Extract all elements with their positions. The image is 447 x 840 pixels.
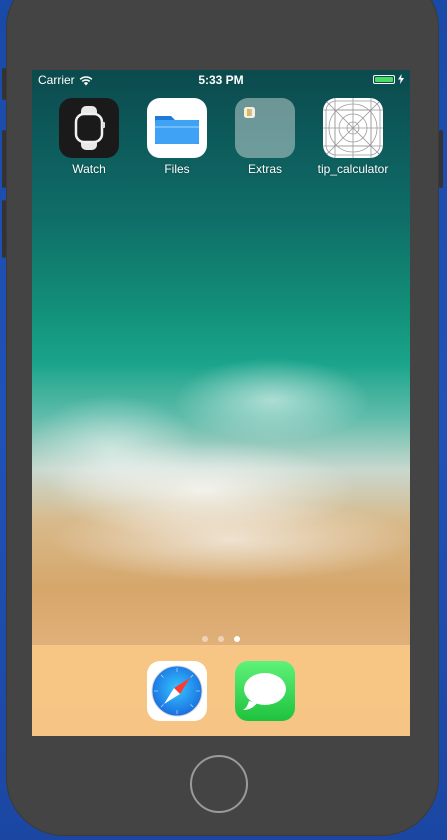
messages-icon bbox=[243, 673, 286, 710]
app-tip-calculator[interactable]: tip_calculator bbox=[312, 98, 394, 176]
battery-icon bbox=[373, 74, 395, 84]
status-bar: Carrier 5:33 PM bbox=[32, 70, 410, 90]
app-watch[interactable]: Watch bbox=[48, 98, 130, 176]
page-dot-2[interactable] bbox=[218, 636, 224, 642]
app-label: Extras bbox=[247, 162, 282, 176]
dock bbox=[32, 645, 410, 736]
app-label: tip_calculator bbox=[317, 162, 389, 176]
tip-calculator-icon bbox=[323, 98, 383, 158]
charging-bolt-icon bbox=[398, 74, 404, 84]
dock-app-messages[interactable] bbox=[235, 661, 295, 721]
page-dot-3-active[interactable] bbox=[234, 636, 240, 642]
battery-indicator bbox=[373, 74, 404, 84]
power-button bbox=[439, 130, 443, 188]
volume-down-button bbox=[2, 200, 6, 258]
files-icon bbox=[147, 98, 207, 158]
volume-up-button bbox=[2, 130, 6, 188]
safari-icon bbox=[151, 665, 203, 717]
home-button[interactable] bbox=[190, 755, 248, 813]
app-label: Files bbox=[164, 162, 190, 176]
dock-app-safari[interactable] bbox=[147, 661, 207, 721]
watch-icon bbox=[59, 98, 119, 158]
app-label: Watch bbox=[72, 162, 106, 176]
phone-screen: Carrier 5:33 PM Watch Files Extras tip_c… bbox=[32, 70, 410, 736]
page-dot-1[interactable] bbox=[202, 636, 208, 642]
extras-folder-icon bbox=[235, 98, 295, 158]
app-files[interactable]: Files bbox=[136, 98, 218, 176]
app-grid: Watch Files Extras tip_calculator bbox=[32, 98, 410, 188]
app-extras-folder[interactable]: Extras bbox=[224, 98, 306, 176]
mute-switch bbox=[2, 68, 6, 100]
status-time: 5:33 PM bbox=[198, 73, 244, 87]
